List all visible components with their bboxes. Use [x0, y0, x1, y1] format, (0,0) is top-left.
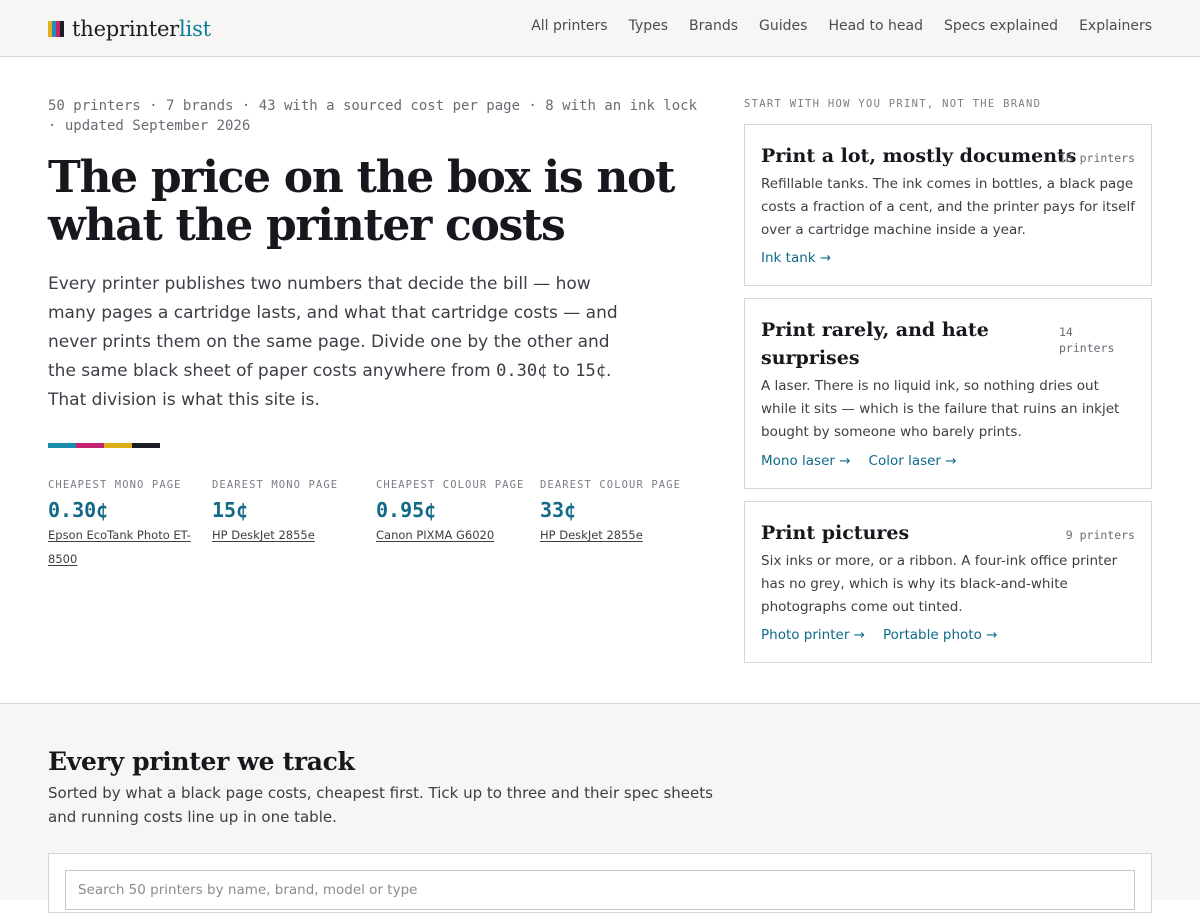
logo-stripe [60, 21, 64, 37]
nav-all-printers[interactable]: All printers [531, 18, 607, 34]
card-count-number: 14 [1059, 325, 1073, 339]
nav-guides[interactable]: Guides [759, 18, 807, 34]
hero-description: Every printer publishes two numbers that… [48, 270, 628, 415]
nav-head-to-head[interactable]: Head to head [828, 18, 923, 34]
nav-types[interactable]: Types [629, 18, 668, 34]
ink-yellow-swatch [104, 443, 132, 448]
card-links: Photo printer → Portable photo → [761, 627, 997, 643]
stat-printer-link[interactable]: HP DeskJet 2855e [212, 528, 315, 542]
card-printer-count: 14 printers [1059, 324, 1114, 356]
logo-text: theprinter [72, 17, 180, 41]
aside-heading: Start with how you print, not the brand [744, 98, 1042, 110]
hero-desc-text: to [547, 361, 576, 381]
nav-brands[interactable]: Brands [689, 18, 738, 34]
stat-cheapest-mono: Cheapest mono page 0.30¢ Epson EcoTank P… [48, 478, 198, 571]
stat-value: 33¢ [540, 498, 577, 522]
stat-label: Dearest mono page [212, 479, 339, 491]
card-printer-count: 16 printers [1058, 151, 1135, 165]
printer-search-input[interactable] [65, 870, 1135, 910]
ink-color-bar [48, 443, 160, 448]
card-title: Print rarely, and hate surprises [761, 319, 989, 369]
card-count-unit: printers [1059, 341, 1115, 355]
ink-black-swatch [132, 443, 160, 448]
printer-list-section: Every printer we track Sorted by what a … [0, 703, 1200, 913]
section-title: Every printer we track [48, 747, 355, 776]
card-links: Ink tank → [761, 250, 831, 266]
card-description: Refillable tanks. The ink comes in bottl… [761, 176, 1135, 238]
card-description: Six inks or more, or a ribbon. A four-in… [761, 553, 1118, 615]
card-title: Print pictures [761, 522, 910, 544]
nav-specs-explained[interactable]: Specs explained [944, 18, 1058, 34]
stat-printer-link[interactable]: HP DeskJet 2855e [540, 528, 643, 542]
link-portable-photo[interactable]: Portable photo → [883, 627, 998, 643]
stat-printer-link[interactable]: Epson EcoTank Photo ET-8500 [48, 528, 191, 566]
stat-value: 0.30¢ [48, 498, 109, 522]
logo-text-accent: list [179, 17, 211, 41]
logo-icon [48, 21, 64, 37]
nav-explainers[interactable]: Explainers [1079, 18, 1152, 34]
card-pictures[interactable]: Print pictures 9 printers Six inks or mo… [744, 501, 1152, 663]
card-documents[interactable]: Print a lot, mostly documents 16 printer… [744, 124, 1152, 286]
main-nav: All printers Types Brands Guides Head to… [531, 18, 1152, 34]
stat-label: Cheapest mono page [48, 479, 182, 491]
stat-label: Dearest colour page [540, 479, 682, 491]
stat-value: 0.95¢ [376, 498, 437, 522]
site-header: theprinter list All printers Types Brands… [0, 0, 1200, 57]
page-title: The price on the box is not what the pri… [48, 152, 675, 251]
stat-cheapest-colour: Cheapest colour page 0.95¢ Canon PIXMA G… [376, 478, 526, 547]
ink-magenta-swatch [76, 443, 104, 448]
link-color-laser[interactable]: Color laser → [869, 453, 957, 469]
card-links: Mono laser → Color laser → [761, 453, 957, 469]
card-title: Print a lot, mostly documents [761, 145, 1077, 167]
site-logo[interactable]: theprinter list [48, 16, 211, 42]
section-description: Sorted by what a black page costs, cheap… [48, 784, 713, 826]
search-panel [48, 853, 1152, 913]
stat-label: Cheapest colour page [376, 479, 525, 491]
hero-desc-low-value: 0.30¢ [496, 361, 548, 381]
card-rarely[interactable]: Print rarely, and hate surprises 14 print… [744, 298, 1152, 489]
stat-dearest-colour: Dearest colour page 33¢ HP DeskJet 2855e [540, 478, 690, 547]
stat-printer-link[interactable]: Canon PIXMA G6020 [376, 528, 494, 542]
stat-value: 15¢ [212, 498, 249, 522]
link-photo-printer[interactable]: Photo printer → [761, 627, 865, 643]
site-stats-meta: 50 printers · 7 brands · 43 with a sourc… [48, 98, 698, 134]
stat-dearest-mono: Dearest mono page 15¢ HP DeskJet 2855e [212, 478, 362, 547]
ink-cyan-swatch [48, 443, 76, 448]
link-mono-laser[interactable]: Mono laser → [761, 453, 851, 469]
hero-desc-high-value: 15¢ [575, 361, 606, 381]
card-description: A laser. There is no liquid ink, so noth… [761, 378, 1120, 440]
link-ink-tank[interactable]: Ink tank → [761, 250, 831, 266]
card-printer-count: 9 printers [1065, 528, 1135, 542]
